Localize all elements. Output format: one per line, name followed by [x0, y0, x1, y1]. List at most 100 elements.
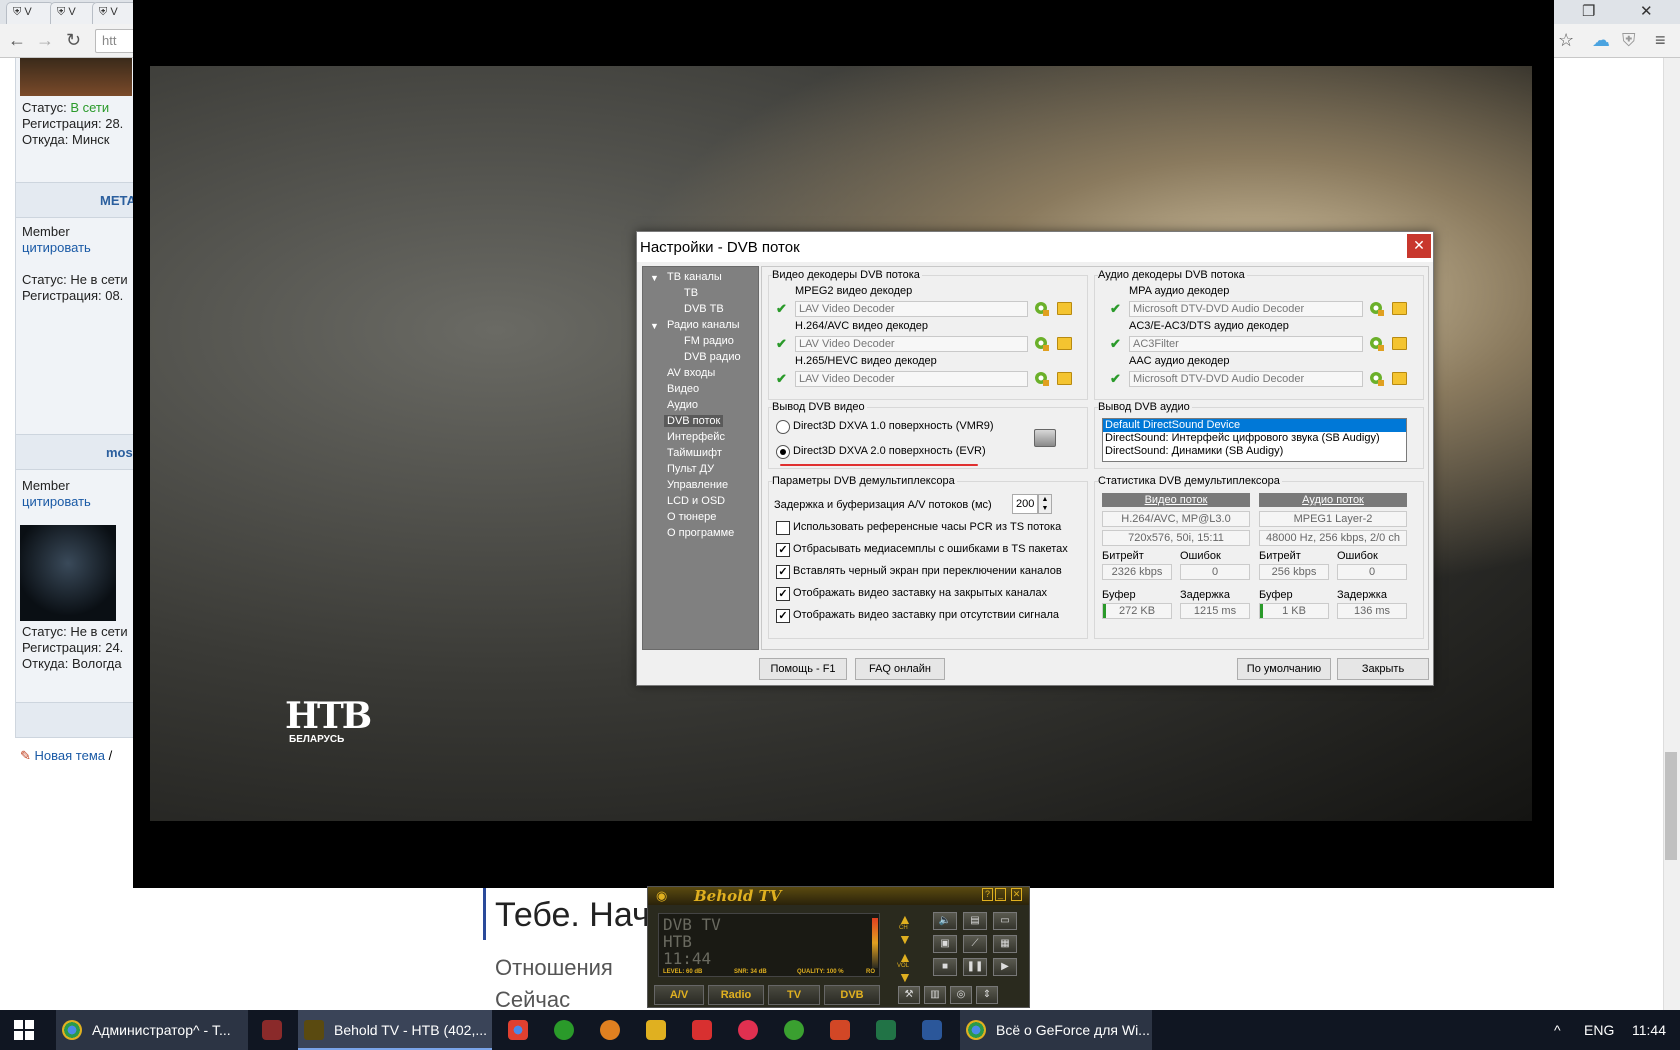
audio-device-item[interactable]: DirectSound: Динамики (SB Audigy): [1103, 445, 1406, 458]
player-titlebar[interactable]: ◉ Behold TV ? _ □ ✕: [648, 887, 1029, 905]
decoder-properties-icon[interactable]: [1369, 336, 1384, 351]
av-delay-spinner[interactable]: ▲ ▼: [1038, 494, 1052, 514]
app-icon[interactable]: [600, 1020, 620, 1040]
nav-item-tv[interactable]: ТВ: [684, 287, 698, 299]
bookmark-star-icon[interactable]: ☆: [1558, 30, 1574, 50]
taskbar-item-chrome-geforce[interactable]: Всё о GeForce для Wi...: [960, 1010, 1152, 1050]
nav-item-fm-radio[interactable]: FM радио: [684, 335, 734, 347]
settings-wrench-icon[interactable]: ⚒: [898, 986, 920, 1004]
app-icon[interactable]: [262, 1020, 282, 1040]
drop-errors-checkbox[interactable]: ✓: [776, 543, 790, 557]
decoder-properties-icon[interactable]: [1034, 336, 1049, 351]
nav-item-dvb-stream[interactable]: DVB поток: [664, 415, 724, 427]
nav-item-about-tuner[interactable]: О тюнере: [667, 511, 716, 523]
closed-splash-label[interactable]: Отображать видео заставку на закрытых ка…: [793, 587, 1047, 599]
h265-decoder-field[interactable]: LAV Video Decoder: [795, 371, 1028, 387]
nav-item-remote[interactable]: Пульт ДУ: [667, 463, 714, 475]
channel-down-icon[interactable]: ▼: [898, 931, 912, 947]
mpa-decoder-field[interactable]: Microsoft DTV-DVD Audio Decoder: [1129, 301, 1363, 317]
nav-item-control[interactable]: Управление: [667, 479, 728, 491]
decoder-properties-icon[interactable]: [1369, 301, 1384, 316]
pcr-label[interactable]: Использовать референсные часы PCR из TS …: [793, 521, 1061, 533]
aac-decoder-field[interactable]: Microsoft DTV-DVD Audio Decoder: [1129, 371, 1363, 387]
clock[interactable]: 11:44: [1632, 1010, 1666, 1050]
decoder-properties-icon[interactable]: [1034, 301, 1049, 316]
h264-decoder-field[interactable]: LAV Video Decoder: [795, 336, 1028, 352]
nav-item-lcd-osd[interactable]: LCD и OSD: [667, 495, 725, 507]
page-scrollbar[interactable]: [1663, 58, 1680, 1010]
vmr9-radio[interactable]: [776, 420, 790, 434]
shield-extension-icon[interactable]: ⛨: [1622, 30, 1636, 50]
play-icon[interactable]: ▶: [993, 958, 1017, 976]
app-icon[interactable]: [692, 1020, 712, 1040]
evr-radio[interactable]: [776, 445, 790, 459]
help-button[interactable]: Помощь - F1: [759, 658, 847, 680]
user-avatar-panther[interactable]: [20, 525, 116, 621]
minimize-icon[interactable]: _: [995, 888, 1006, 901]
utorrent-icon[interactable]: [554, 1020, 574, 1040]
audio-device-item[interactable]: DirectSound: Интерфейс цифрового звука (…: [1103, 432, 1406, 445]
browser-tab[interactable]: ⛨ V: [6, 2, 54, 24]
decoder-browse-folder-icon[interactable]: [1392, 302, 1407, 315]
page-scrollbar-thumb[interactable]: [1665, 752, 1677, 860]
pcr-checkbox[interactable]: [776, 521, 790, 535]
decoder-browse-folder-icon[interactable]: [1392, 337, 1407, 350]
snapshot-icon[interactable]: ▣: [933, 935, 957, 953]
decoder-browse-folder-icon[interactable]: [1057, 302, 1072, 315]
record-clapper-icon[interactable]: ▤: [963, 912, 987, 930]
decoder-properties-icon[interactable]: [1369, 371, 1384, 386]
decoder-properties-icon[interactable]: [1034, 371, 1049, 386]
start-windows-icon[interactable]: [14, 1020, 34, 1040]
nav-item-audio[interactable]: Аудио: [667, 399, 698, 411]
quote-link[interactable]: цитировать: [22, 240, 91, 255]
audio-device-list[interactable]: Default DirectSound Device DirectSound: …: [1102, 418, 1407, 462]
nav-item-dvb-tv[interactable]: DVB ТВ: [684, 303, 724, 315]
black-screen-label[interactable]: Вставлять черный экран при переключении …: [793, 565, 1062, 577]
window-close-button[interactable]: ✕: [1640, 2, 1653, 20]
tray-overflow-chevron-icon[interactable]: ^: [1554, 1010, 1561, 1050]
drop-errors-label[interactable]: Отбрасывать медиасемплы с ошибками в TS …: [793, 543, 1068, 555]
expand-chevron-icon[interactable]: ▼: [650, 273, 659, 283]
app-icon[interactable]: [738, 1020, 758, 1040]
stop-icon[interactable]: ■: [933, 958, 957, 976]
back-button[interactable]: ←: [8, 30, 26, 50]
app-icon[interactable]: [784, 1020, 804, 1040]
radio-mode-button[interactable]: Radio: [708, 985, 764, 1005]
chrome-icon[interactable]: [508, 1020, 528, 1040]
expand-chevron-icon[interactable]: ▼: [650, 321, 659, 331]
close-icon[interactable]: ✕: [1011, 888, 1022, 901]
black-screen-checkbox[interactable]: ✓: [776, 565, 790, 579]
taskbar-item-behold-tv[interactable]: Behold TV - НТВ (402,...: [298, 1010, 492, 1050]
nav-item-dvb-radio[interactable]: DVB радио: [684, 351, 741, 363]
forward-button[interactable]: →: [36, 30, 54, 50]
no-signal-splash-checkbox[interactable]: ✓: [776, 609, 790, 623]
taskbar-item-chrome-admin[interactable]: Администратор^ - Т...: [56, 1010, 248, 1050]
faq-online-button[interactable]: FAQ онлайн: [855, 658, 945, 680]
reload-button[interactable]: ↻: [66, 30, 81, 50]
evr-label[interactable]: Direct3D DXVA 2.0 поверхность (EVR): [793, 445, 986, 457]
layout-icon[interactable]: ▥: [924, 986, 946, 1004]
new-topic-link[interactable]: Новая тема: [35, 748, 105, 763]
browser-tab[interactable]: ⛨ V: [50, 2, 98, 24]
language-indicator[interactable]: ENG: [1584, 1010, 1614, 1050]
closed-splash-checkbox[interactable]: ✓: [776, 587, 790, 601]
nav-item-tv-channels[interactable]: ТВ каналы: [667, 271, 722, 283]
dialog-titlebar[interactable]: Настройки - DVB поток ✕: [637, 232, 1433, 262]
word-icon[interactable]: [922, 1020, 942, 1040]
disc-icon[interactable]: ◎: [950, 986, 972, 1004]
quote-link[interactable]: цитировать: [22, 494, 91, 509]
article-title[interactable]: Тебе. Нач: [495, 896, 650, 935]
powerpoint-icon[interactable]: [830, 1020, 850, 1040]
av-mode-button[interactable]: A/V: [654, 985, 704, 1005]
vmr9-label[interactable]: Direct3D DXVA 1.0 поверхность (VMR9): [793, 420, 994, 432]
dvb-mode-button[interactable]: DVB: [824, 985, 880, 1005]
volume-down-icon[interactable]: ▼: [898, 969, 912, 985]
user-avatar[interactable]: [20, 58, 132, 96]
no-signal-splash-label[interactable]: Отображать видео заставку при отсутствии…: [793, 609, 1059, 621]
window-restore-button[interactable]: ❐: [1582, 2, 1595, 20]
mute-icon[interactable]: 🔈: [933, 912, 957, 930]
excel-icon[interactable]: [876, 1020, 896, 1040]
fullscreen-icon[interactable]: ▭: [993, 912, 1017, 930]
dialog-close-button[interactable]: ✕: [1407, 234, 1431, 258]
nav-item-about-program[interactable]: О программе: [667, 527, 734, 539]
